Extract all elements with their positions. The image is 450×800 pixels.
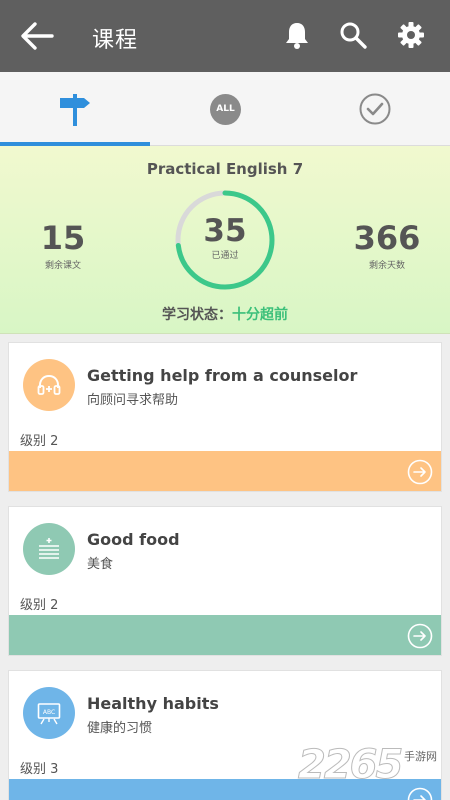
tab-signpost[interactable] <box>0 72 150 146</box>
lesson-level: 级别 2 <box>20 434 59 449</box>
watermark-text: 手游网 <box>404 750 437 763</box>
remaining-lessons-value: 15 <box>40 219 86 257</box>
lesson-subtitle: 健康的习惯 <box>87 721 153 736</box>
lesson-badge <box>23 359 75 411</box>
book-title: Practical English 7 <box>146 160 304 178</box>
lesson-card[interactable]: Good food 美食 级别 2 <box>8 506 442 656</box>
remaining-days-label: 剩余天数 <box>368 261 405 271</box>
study-status-value: 十分超前 <box>232 307 288 323</box>
lesson-title: Healthy habits <box>87 694 219 713</box>
page-title: 课程 <box>92 28 139 53</box>
lesson-title: Good food <box>87 530 180 549</box>
lesson-level: 级别 3 <box>20 762 59 777</box>
lesson-badge: ABC <box>23 687 75 739</box>
tab-bar: ALL <box>0 72 450 146</box>
check-circle-icon <box>359 93 391 125</box>
svg-text:ABC: ABC <box>43 709 55 716</box>
lesson-badge <box>23 523 75 575</box>
tab-all[interactable]: ALL <box>150 72 300 146</box>
watermark-digits: 2265 <box>297 742 403 789</box>
course-summary: Practical English 7 15 剩余课文 35 已通过 366 剩… <box>0 146 450 334</box>
all-icon: ALL <box>210 94 241 125</box>
site-watermark: 2265 手游网 <box>297 742 446 792</box>
arrow-right-circle-icon[interactable] <box>407 459 433 485</box>
headphones-icon <box>37 374 61 395</box>
lesson-action-bar[interactable] <box>9 615 441 655</box>
lesson-subtitle: 向顾问寻求帮助 <box>87 393 179 408</box>
remaining-days-stat: 366 剩余天数 <box>327 220 447 271</box>
app-bar: 课程 <box>0 0 450 72</box>
lesson-subtitle: 美食 <box>87 557 114 572</box>
remaining-lessons-label: 剩余课文 <box>44 261 81 271</box>
lesson-card[interactable]: Getting help from a counselor 向顾问寻求帮助 级别… <box>8 342 442 492</box>
back-arrow-icon[interactable] <box>18 20 54 52</box>
abc-board-icon: ABC <box>37 703 61 725</box>
passed-label: 已通过 <box>211 251 239 261</box>
lesson-level: 级别 2 <box>20 598 59 613</box>
tab-completed[interactable] <box>300 72 450 146</box>
passed-value: 35 <box>203 213 247 249</box>
passed-stat: 35 已通过 <box>173 188 277 292</box>
gear-icon[interactable] <box>396 20 426 50</box>
remaining-lessons-stat: 15 剩余课文 <box>3 220 123 271</box>
study-status-label: 学习状态： <box>162 307 232 323</box>
signpost-icon <box>60 94 90 126</box>
remaining-days-value: 366 <box>353 219 421 257</box>
arrow-right-circle-icon[interactable] <box>407 623 433 649</box>
study-status: 学习状态：十分超前 <box>0 304 450 324</box>
bell-icon[interactable] <box>282 20 312 50</box>
search-icon[interactable] <box>338 20 368 50</box>
lesson-action-bar[interactable] <box>9 451 441 491</box>
menu-list-icon <box>39 538 59 559</box>
lesson-title: Getting help from a counselor <box>87 366 358 385</box>
